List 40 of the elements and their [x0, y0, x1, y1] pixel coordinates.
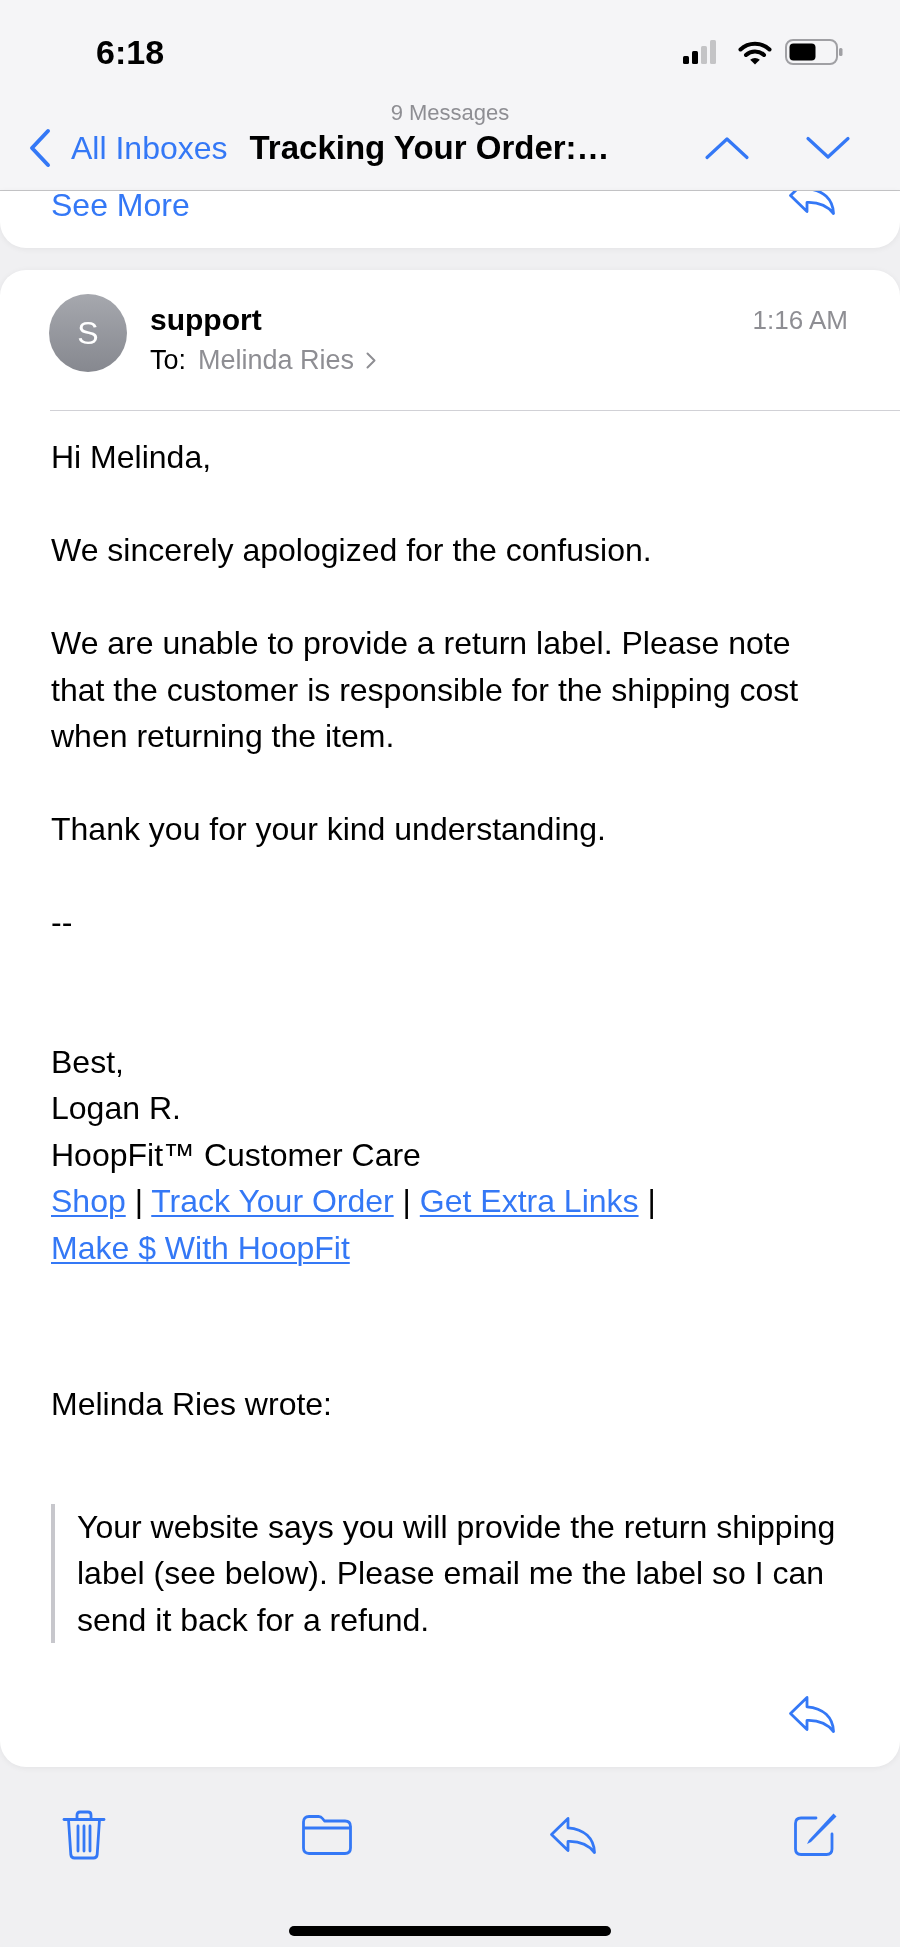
chevron-down-icon[interactable] — [805, 136, 851, 160]
greeting-text: Hi Melinda, — [51, 438, 213, 477]
body-paragraph: We are unable to provide a return label. Please note that the customer is responsible for the shipping cost when returning the item. — [51, 624, 800, 756]
sender-avatar: S — [49, 294, 127, 372]
sender-name: support — [150, 302, 263, 338]
reply-icon[interactable] — [788, 191, 836, 216]
chevron-left-icon — [28, 128, 52, 168]
body-paragraph: Thank you for your kind understanding. — [51, 810, 607, 849]
folder-icon[interactable] — [301, 1814, 354, 1856]
signature-link[interactable]: Shop — [51, 1183, 126, 1219]
quote-attribution: Melinda Ries wrote: — [51, 1385, 333, 1424]
chevron-right-icon — [366, 351, 377, 369]
chevron-up-icon[interactable] — [704, 136, 750, 160]
recipient-button[interactable]: Melinda Ries — [198, 343, 377, 377]
trash-icon[interactable] — [62, 1810, 106, 1860]
link-separator: | — [647, 1183, 656, 1219]
signature-line: Logan R. — [51, 1089, 182, 1128]
back-button[interactable]: All Inboxes — [28, 128, 228, 168]
message-count: 9 Messages — [390, 100, 510, 126]
to-label: To: — [150, 344, 187, 377]
signature-delimiter: -- — [51, 903, 74, 942]
compose-icon[interactable] — [792, 1812, 838, 1858]
battery-icon — [785, 39, 843, 65]
signature-link[interactable]: Get Extra Links — [419, 1183, 639, 1219]
body-paragraph: We sincerely apologized for the confusion. — [51, 531, 653, 570]
signal-icon — [683, 40, 717, 64]
thread-title: Tracking Your Order:… — [249, 128, 610, 168]
signature-link[interactable]: Make $ With HoopFit — [51, 1229, 350, 1266]
signature-link[interactable]: Track Your Order — [151, 1183, 394, 1219]
status-time: 6:18 — [96, 32, 165, 72]
wifi-icon — [738, 39, 772, 65]
link-separator: | — [134, 1183, 143, 1219]
quoted-text: Your website says you will provide the return shipping label (see below). Please email me the label so I can send it back for a refund. — [77, 1507, 837, 1640]
message-time: 1:16 AM — [752, 304, 848, 336]
link-separator: | — [402, 1183, 411, 1219]
signature-line: Best, — [51, 1042, 125, 1082]
see-more-link[interactable]: See More — [51, 191, 190, 219]
reply-icon[interactable] — [788, 1694, 836, 1734]
reply-icon[interactable] — [548, 1815, 597, 1855]
signature-line: HoopFit™ Customer Care — [51, 1135, 422, 1175]
